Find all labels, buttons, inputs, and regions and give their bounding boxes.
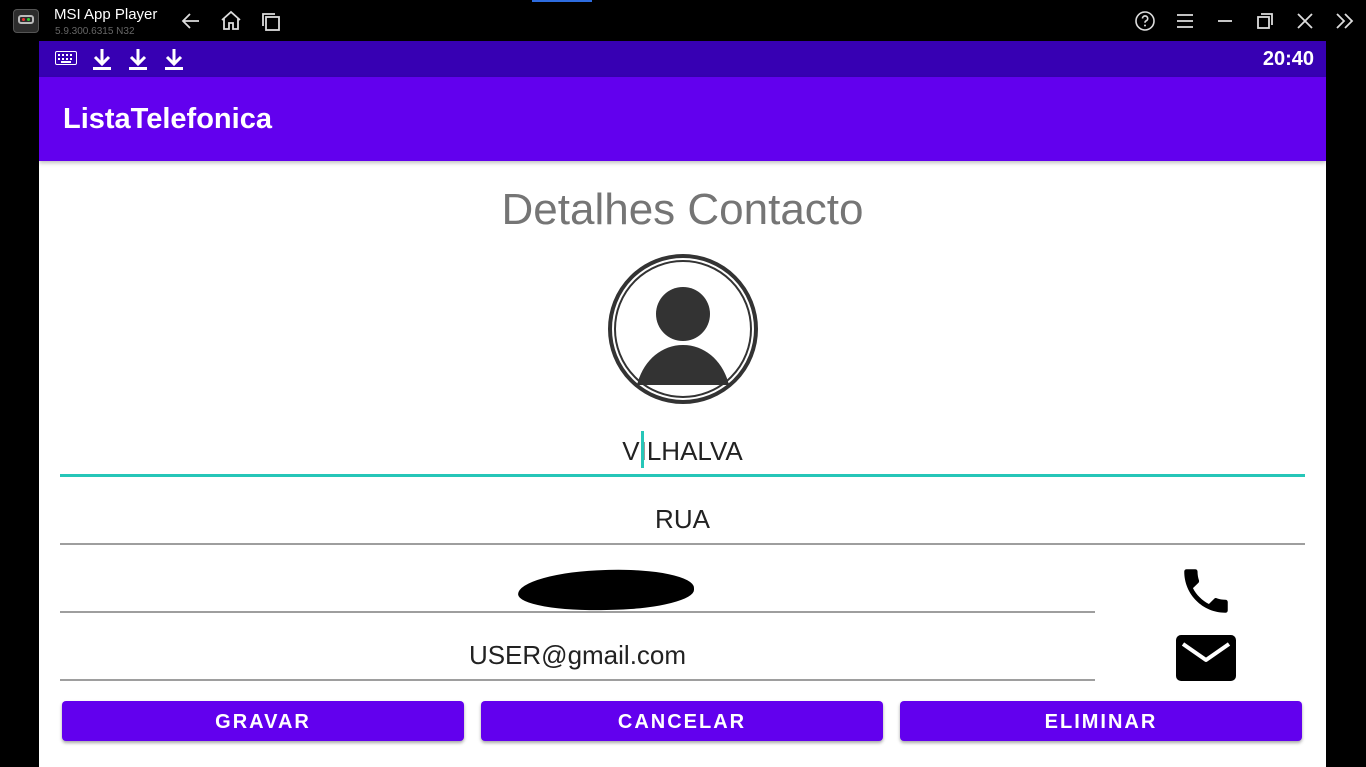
address-field-underline <box>60 543 1305 545</box>
name-input[interactable] <box>60 429 1305 473</box>
close-icon[interactable] <box>1292 8 1318 34</box>
app-title: ListaTelefonica <box>63 103 272 135</box>
app-player-logo-icon <box>13 9 39 33</box>
menu-icon[interactable] <box>1172 8 1198 34</box>
window-accent-strip <box>532 0 592 2</box>
status-clock: 20:40 <box>1262 48 1314 70</box>
download-icon <box>164 47 184 76</box>
android-screen: 20:40 ListaTelefonica Detalhes Contacto <box>39 41 1326 767</box>
download-icon <box>128 47 148 76</box>
expand-sidebar-icon[interactable] <box>1332 8 1358 34</box>
keyboard-icon <box>55 51 77 70</box>
address-field[interactable] <box>60 497 1305 545</box>
help-icon[interactable] <box>1132 8 1158 34</box>
save-button[interactable]: GRAVAR <box>62 701 464 741</box>
email-envelope-icon[interactable] <box>1175 633 1237 688</box>
back-arrow-icon[interactable] <box>178 8 204 34</box>
recent-apps-icon[interactable] <box>258 8 284 34</box>
address-input[interactable] <box>60 497 1305 541</box>
download-icon <box>92 47 112 76</box>
text-cursor <box>641 431 644 468</box>
phone-field[interactable] <box>60 565 1095 613</box>
email-input[interactable] <box>60 633 1095 677</box>
emulator-app-name: MSI App Player <box>54 6 158 23</box>
home-icon[interactable] <box>218 8 244 34</box>
emulator-version: 5.9.300.6315 N32 <box>55 26 135 37</box>
restore-window-icon[interactable] <box>1252 8 1278 34</box>
phone-call-icon[interactable] <box>1177 562 1235 625</box>
page-title: Detalhes Contacto <box>501 185 864 234</box>
email-field[interactable] <box>60 633 1095 681</box>
cancel-button[interactable]: CANCELAR <box>481 701 883 741</box>
name-field-underline <box>60 474 1305 477</box>
minimize-icon[interactable] <box>1212 8 1238 34</box>
email-field-underline <box>60 679 1095 681</box>
contact-avatar-icon[interactable] <box>607 253 759 405</box>
app-bar: ListaTelefonica <box>39 77 1326 161</box>
delete-button[interactable]: ELIMINAR <box>900 701 1302 741</box>
name-field[interactable] <box>60 429 1305 477</box>
emulator-titlebar: MSI App Player 5.9.300.6315 N32 <box>0 0 1366 41</box>
phone-field-underline <box>60 611 1095 613</box>
status-bar: 20:40 <box>39 41 1326 77</box>
